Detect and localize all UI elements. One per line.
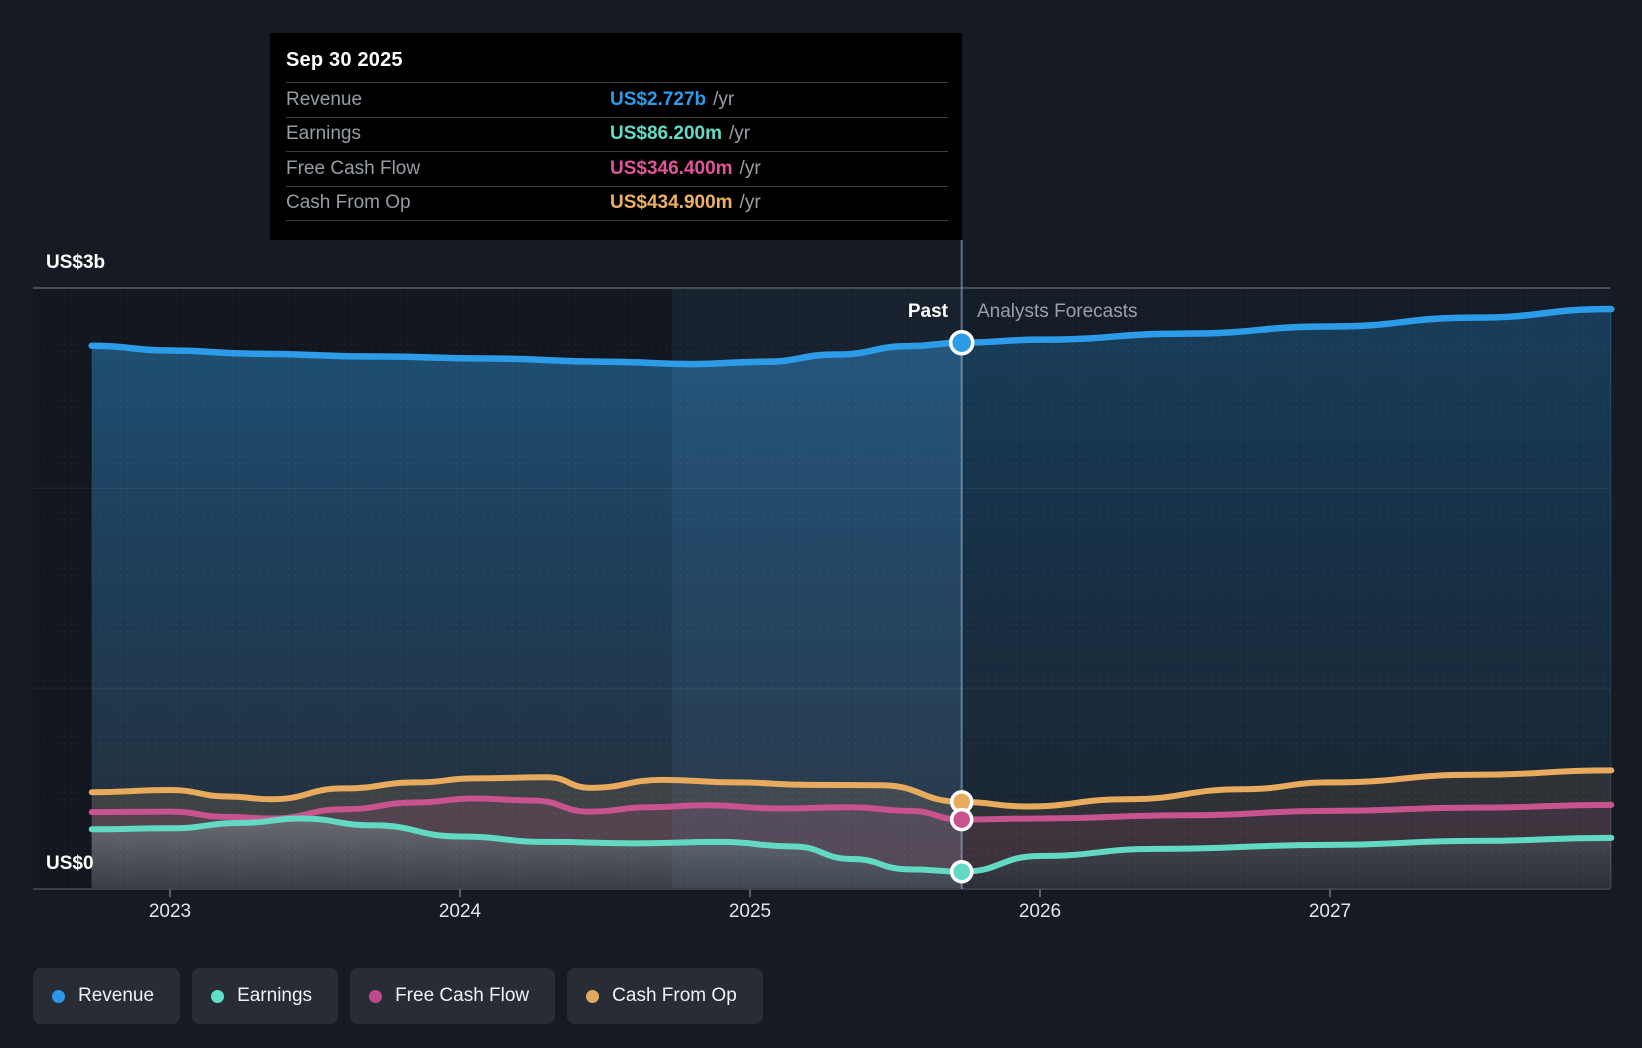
free-cash-flow-dot-icon xyxy=(369,989,383,1003)
tooltip-bottom-divider xyxy=(286,220,948,221)
analysts-forecasts-label: Analysts Forecasts xyxy=(977,301,1138,322)
tooltip-row-revenue: Revenue US$2.727b /yr xyxy=(286,82,948,117)
revenue-dot-icon xyxy=(52,989,65,1003)
legend-item-earnings[interactable]: Earnings xyxy=(192,968,339,1024)
earnings-marker[interactable] xyxy=(949,859,974,884)
tooltip-suffix-revenue: /yr xyxy=(713,88,735,110)
legend-label-cash-from-op: Cash From Op xyxy=(612,985,737,1006)
tooltip-row-earnings: Earnings US$86.200m /yr xyxy=(286,116,948,152)
chart-tooltip: Sep 30 2025 Revenue US$2.727b /yr Earnin… xyxy=(270,33,962,240)
earnings-dot-icon xyxy=(211,989,225,1003)
tooltip-value-cash-from-op: US$434.900m xyxy=(610,192,733,214)
tooltip-label-revenue: Revenue xyxy=(286,88,363,110)
tooltip-row-free-cash-flow: Free Cash Flow US$346.400m /yr xyxy=(286,151,948,186)
legend-item-cash-from-op[interactable]: Cash From Op xyxy=(567,968,763,1024)
y-axis-label-zero: US$0 xyxy=(46,853,94,874)
tooltip-suffix-cash-from-op: /yr xyxy=(739,192,761,214)
tooltip-suffix-earnings: /yr xyxy=(728,123,751,145)
revenue-marker[interactable] xyxy=(948,329,975,356)
legend-label-revenue: Revenue xyxy=(78,985,155,1006)
x-tick-2024: 2024 xyxy=(438,901,482,922)
legend-item-revenue[interactable]: Revenue xyxy=(33,968,181,1024)
tooltip-suffix-free-cash-flow: /yr xyxy=(739,157,761,179)
legend-item-free-cash-flow[interactable]: Free Cash Flow xyxy=(350,968,556,1024)
tooltip-value-free-cash-flow: US$346.400m xyxy=(610,157,733,179)
past-label: Past xyxy=(907,301,948,322)
x-tick-2027: 2027 xyxy=(1308,901,1352,922)
tooltip-label-free-cash-flow: Free Cash Flow xyxy=(286,157,421,179)
y-axis-label-top: US$3b xyxy=(46,252,106,273)
legend-label-earnings: Earnings xyxy=(237,985,313,1006)
free-cash-flow-marker[interactable] xyxy=(949,807,974,832)
cash-from-op-dot-icon xyxy=(586,989,600,1003)
chart-legend: Revenue Earnings Free Cash Flow Cash Fro… xyxy=(33,968,763,1024)
tooltip-value-earnings: US$86.200m xyxy=(610,123,722,145)
legend-label-free-cash-flow: Free Cash Flow xyxy=(395,985,530,1006)
x-tick-2026: 2026 xyxy=(1018,901,1062,922)
x-tick-2025: 2025 xyxy=(728,901,772,922)
tooltip-label-cash-from-op: Cash From Op xyxy=(286,192,411,214)
highlight-band xyxy=(671,288,962,889)
tooltip-row-cash-from-op: Cash From Op US$434.900m /yr xyxy=(286,185,948,221)
tooltip-date: Sep 30 2025 xyxy=(286,49,403,71)
forecast-chart-page: US$3b US$0 Past Analysts Forecasts 2023 … xyxy=(0,0,1642,1048)
x-tick-2023: 2023 xyxy=(148,901,192,922)
tooltip-value-revenue: US$2.727b xyxy=(610,88,707,110)
tooltip-label-earnings: Earnings xyxy=(286,123,361,145)
